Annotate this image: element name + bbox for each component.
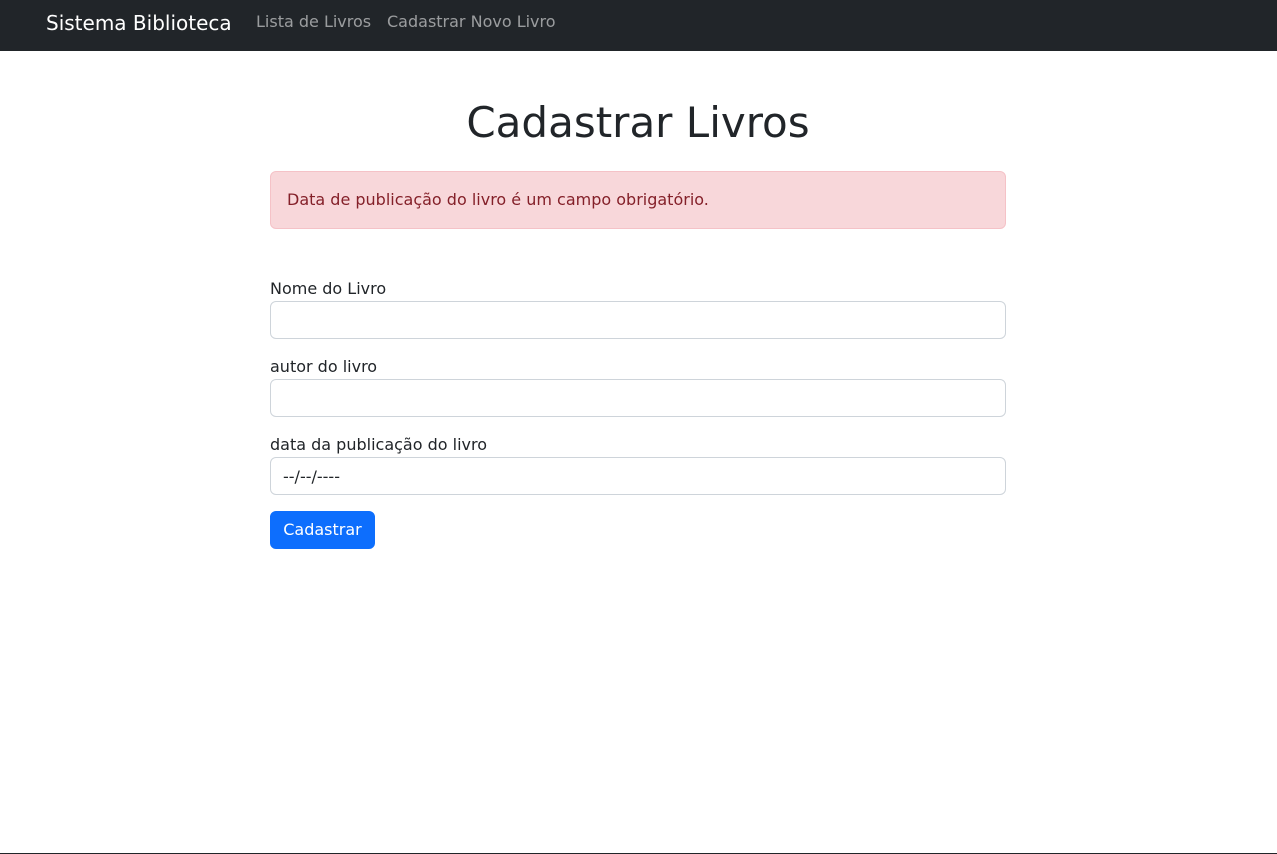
publication-date-input[interactable] [270,457,1006,495]
navbar-brand[interactable]: Sistema Biblioteca [46,10,232,36]
page: Sistema Biblioteca Lista de Livros Cadas… [0,0,1277,854]
book-name-label: Nome do Livro [270,279,387,298]
page-title: Cadastrar Livros [466,98,810,147]
error-alert-message: Data de publicação do livro é um campo o… [287,190,709,209]
nav-link-lista-livros[interactable]: Lista de Livros [256,12,371,32]
cadastrar-button[interactable]: Cadastrar [270,511,375,549]
book-author-label: autor do livro [270,357,378,376]
book-name-input[interactable] [270,301,1006,339]
nav-link-cadastrar-novo-livro[interactable]: Cadastrar Novo Livro [387,12,556,32]
book-author-input[interactable] [270,379,1006,417]
publication-date-label: data da publicação do livro [270,435,487,454]
navbar: Sistema Biblioteca Lista de Livros Cadas… [0,0,1277,51]
error-alert: Data de publicação do livro é um campo o… [270,171,1006,229]
